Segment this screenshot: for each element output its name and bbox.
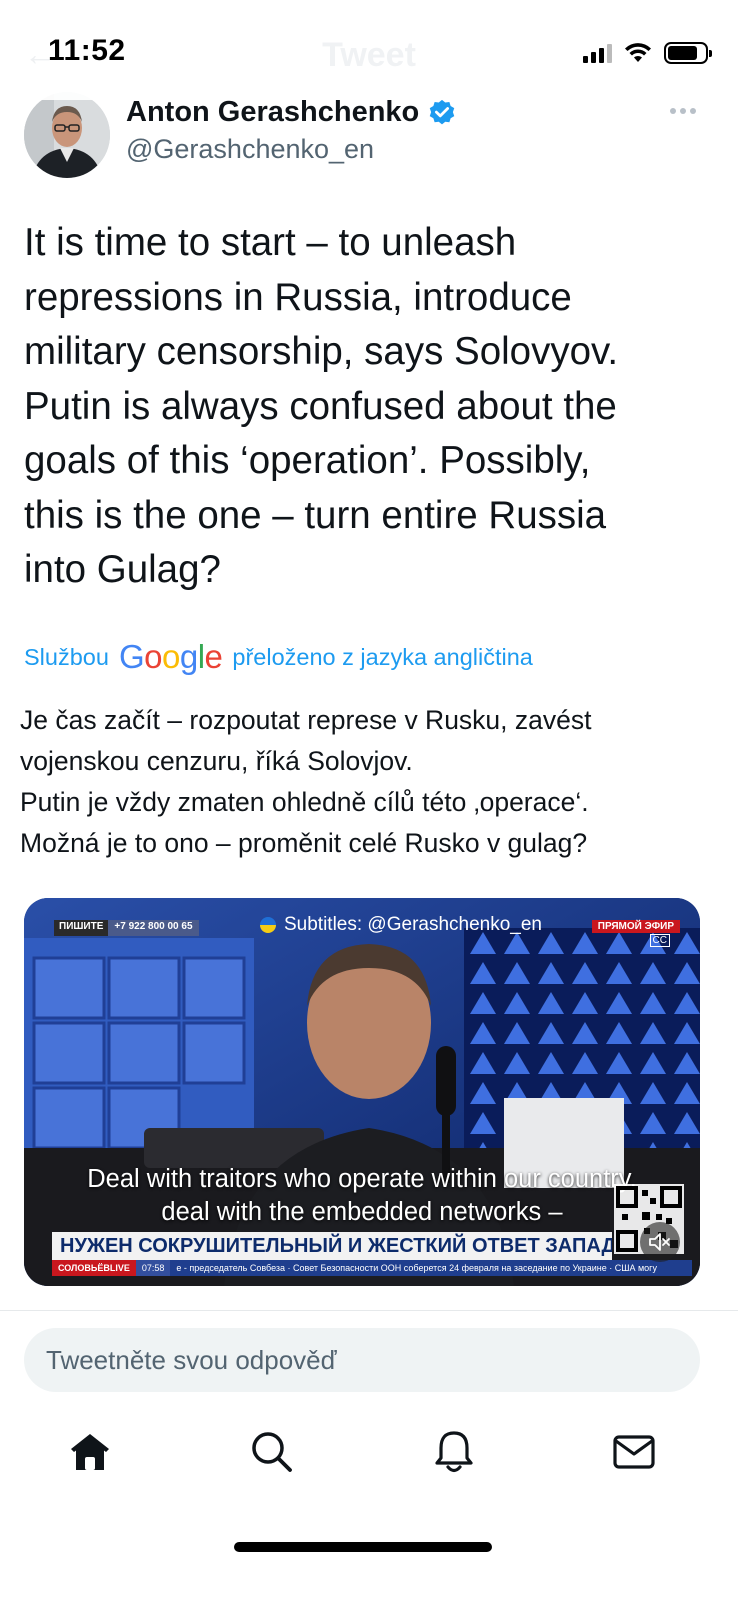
tab-search[interactable] (248, 1428, 296, 1476)
ukraine-flag-icon (260, 917, 276, 933)
video-player[interactable]: ПИШИТЕ +7 922 800 00 65 Subtitles: @Geras… (24, 898, 700, 1286)
reply-input[interactable]: Tweetněte svou odpověď (24, 1328, 700, 1392)
translation-suffix: přeloženo z jazyka angličtina (232, 643, 533, 670)
status-bar: ← Tweet 11:52 (0, 0, 738, 100)
translated-text: Je čas začít – rozpoutat represe v Rusku… (20, 705, 592, 858)
video-caption-line-1: Deal with traitors who operate within ou… (87, 1165, 637, 1193)
home-icon (71, 1434, 109, 1470)
author-name-row[interactable]: Anton Gerashchenko (126, 96, 457, 129)
subtitles-credit: Subtitles: @Gerashchenko_en (260, 914, 542, 936)
messages-icon (613, 1435, 655, 1469)
channel-badge: ПИШИТЕ +7 922 800 00 65 (54, 920, 199, 936)
author-name[interactable]: Anton Gerashchenko (126, 96, 419, 129)
mute-button[interactable] (640, 1222, 680, 1262)
speaker-muted-icon (649, 1233, 670, 1251)
status-icons (583, 40, 712, 66)
google-logo: Google (118, 638, 223, 675)
cellular-signal-icon (583, 43, 612, 63)
tab-home[interactable] (66, 1428, 114, 1476)
translation-prefix: Službou (24, 643, 109, 670)
video-caption-line-2: deal with the embedded networks – (161, 1198, 563, 1226)
translation-attribution[interactable]: Službou Google přeloženo z jazyka anglič… (24, 638, 533, 676)
divider (0, 1310, 738, 1311)
wifi-icon (625, 43, 651, 62)
tab-notifications[interactable] (430, 1428, 478, 1476)
tab-messages[interactable] (610, 1428, 658, 1476)
notifications-icon (435, 1431, 473, 1473)
news-ticker: СОЛОВЬЁВLIVE 07:58 е - председатель Совб… (52, 1260, 692, 1276)
news-chyron: НУЖЕН СОКРУШИТЕЛЬНЫЙ И ЖЕСТКИЙ ОТВЕТ ЗАП… (52, 1232, 612, 1260)
battery-icon (664, 42, 712, 64)
status-time: 11:52 (48, 34, 126, 67)
verified-badge-icon (430, 99, 455, 124)
tweet-text: It is time to start – to unleash repress… (24, 221, 619, 591)
home-indicator[interactable] (234, 1542, 492, 1552)
bottom-tab-bar (0, 1410, 738, 1500)
more-options-icon[interactable] (670, 108, 696, 114)
live-badge: ПРЯМОЙ ЭФИР (591, 920, 680, 933)
search-icon (252, 1432, 292, 1472)
avatar[interactable] (24, 92, 110, 178)
author-handle[interactable]: @Gerashchenko_en (126, 134, 374, 165)
avatar-photo (24, 92, 110, 178)
cc-icon: CC (649, 934, 670, 947)
